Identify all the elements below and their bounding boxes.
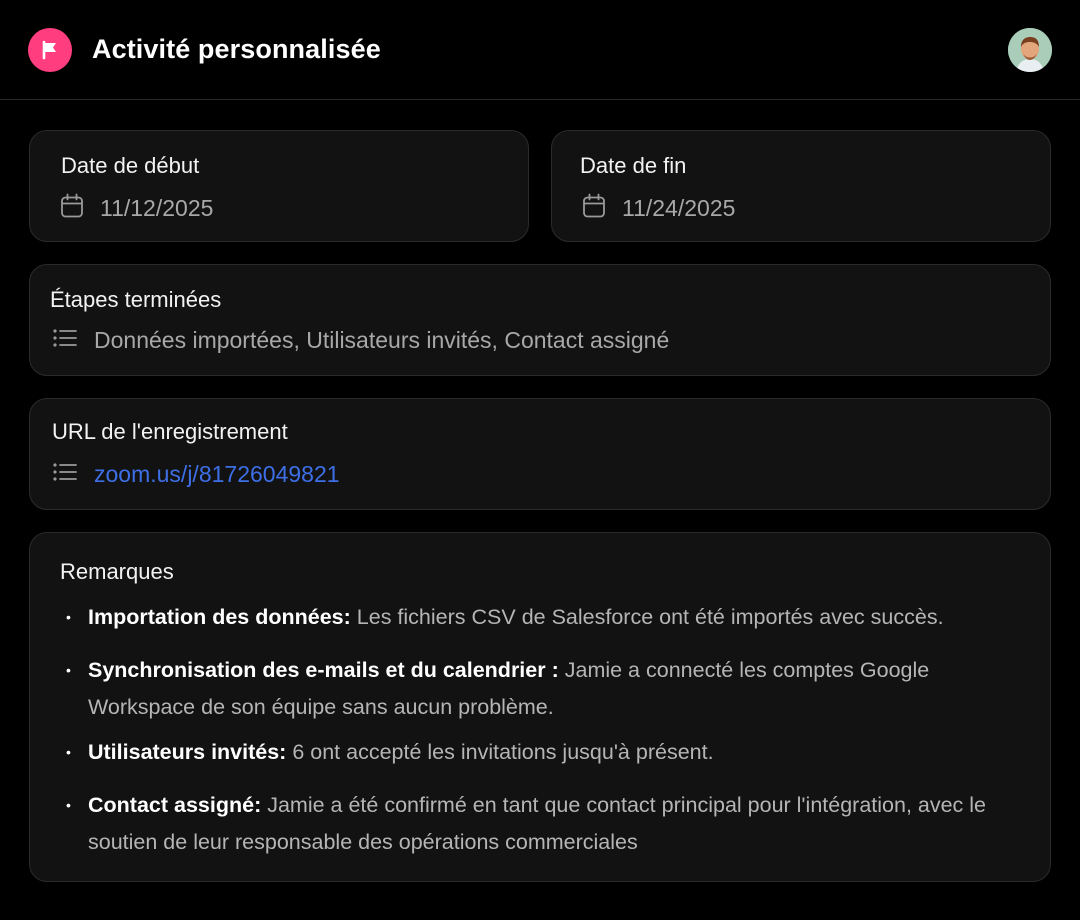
list-icon <box>52 461 78 488</box>
steps-value: Données importées, Utilisateurs invités,… <box>94 327 670 353</box>
recording-url-card[interactable]: URL de l'enregistrement zoom.us/j/817260… <box>29 398 1051 510</box>
note-title: Contact assigné: <box>88 793 262 817</box>
note-title: Synchronisation des e-mails et du calend… <box>88 658 559 682</box>
list-item: • Importation des données: Les fichiers … <box>66 599 1022 636</box>
steps-label: Étapes terminées <box>50 287 222 312</box>
header: Activité personnalisée <box>0 0 1080 100</box>
activity-window: Activité personnalisée Date de début 11/… <box>0 0 1080 920</box>
end-date-card[interactable]: Date de fin 11/24/2025 <box>551 130 1051 242</box>
start-date-value[interactable]: 11/12/2025 <box>100 195 213 222</box>
end-date-value[interactable]: 11/24/2025 <box>622 195 735 222</box>
calendar-icon <box>582 193 606 224</box>
bullet-icon: • <box>66 797 71 813</box>
notes-list: • Importation des données: Les fichiers … <box>66 599 1022 861</box>
steps-card[interactable]: Étapes terminées Données importées, Util… <box>29 264 1051 376</box>
notes-card: Remarques • Importation des données: Les… <box>29 532 1051 882</box>
start-date-label: Date de début <box>61 153 200 178</box>
recording-url-label: URL de l'enregistrement <box>52 419 288 444</box>
bullet-icon: • <box>66 744 71 760</box>
note-text: Les fichiers CSV de Salesforce ont été i… <box>356 605 944 629</box>
note-text: 6 ont accepté les invitations jusqu'à pr… <box>292 740 714 764</box>
note-title: Utilisateurs invités: <box>88 740 287 764</box>
list-item: • Utilisateurs invités: 6 ont accepté le… <box>66 734 1022 771</box>
bullet-icon: • <box>66 609 71 625</box>
page-title: Activité personnalisée <box>92 34 381 64</box>
recording-url-link[interactable]: zoom.us/j/81726049821 <box>94 461 340 488</box>
note-title: Importation des données: <box>88 605 351 629</box>
list-item: • Contact assigné: Jamie a été confirmé … <box>66 787 1022 861</box>
calendar-icon <box>60 193 84 224</box>
list-item: • Synchronisation des e-mails et du cale… <box>66 652 1022 726</box>
flag-icon <box>28 27 72 72</box>
end-date-label: Date de fin <box>580 153 687 178</box>
avatar[interactable] <box>1008 27 1052 72</box>
bullet-icon: • <box>66 662 71 678</box>
start-date-card[interactable]: Date de début 11/12/2025 <box>29 130 529 242</box>
list-icon <box>52 327 78 354</box>
notes-label: Remarques <box>60 559 174 584</box>
